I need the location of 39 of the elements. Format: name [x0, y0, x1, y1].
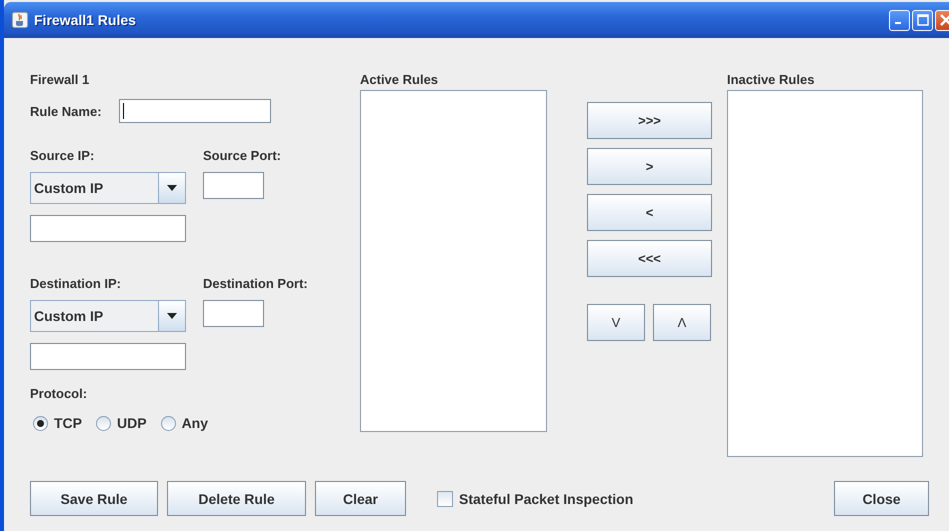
minimize-icon [895, 22, 901, 24]
source-ip-dropdown[interactable]: Custom IP [30, 172, 186, 204]
stateful-checkbox[interactable]: Stateful Packet Inspection [437, 490, 634, 506]
maximize-button[interactable] [912, 10, 933, 30]
destination-port-label: Destination Port: [203, 276, 309, 292]
source-port-field[interactable] [203, 172, 264, 199]
active-rules-label: Active Rules [360, 72, 440, 87]
move-button[interactable]: > [587, 148, 712, 185]
source-port-label: Source Port: [203, 148, 282, 164]
reorder-button[interactable]: V [587, 304, 645, 341]
window-title: Firewall1 Rules [34, 12, 136, 28]
firewall-label: Firewall 1 [30, 72, 90, 88]
rule-name-label: Rule Name: [30, 104, 102, 118]
move-button[interactable]: >>> [587, 102, 712, 139]
destination-ip-label: Destination IP: [30, 276, 122, 292]
move-button[interactable]: <<< [587, 240, 712, 277]
coffee-cup-icon [12, 12, 28, 28]
protocol-radio[interactable]: TCP [33, 415, 82, 431]
close-icon [939, 13, 949, 27]
inactive-rules-label: Inactive Rules [727, 72, 816, 87]
source-ip-label: Source IP: [30, 148, 96, 164]
rule-name-field[interactable] [118, 99, 271, 123]
action-button[interactable]: Clear [315, 481, 406, 516]
destination-ip-field[interactable] [30, 343, 186, 370]
protocol-radio[interactable]: Any [160, 415, 208, 431]
action-button[interactable]: Delete Rule [167, 481, 306, 516]
minimize-button[interactable] [889, 10, 910, 30]
dropdown-arrow-icon [167, 185, 177, 191]
reorder-button[interactable]: Λ [653, 304, 711, 341]
dropdown-arrow-icon [167, 313, 177, 319]
move-button[interactable]: < [587, 194, 712, 231]
protocol-label: Protocol: [30, 386, 88, 401]
action-button[interactable]: Save Rule [30, 481, 158, 516]
source-ip-field[interactable] [30, 215, 186, 242]
destination-port-field[interactable] [203, 300, 264, 327]
destination-ip-dropdown[interactable]: Custom IP [30, 300, 186, 332]
maximize-icon [916, 14, 928, 26]
protocol-radio[interactable]: UDP [96, 415, 147, 431]
close-dialog-button[interactable]: Close [834, 481, 929, 516]
